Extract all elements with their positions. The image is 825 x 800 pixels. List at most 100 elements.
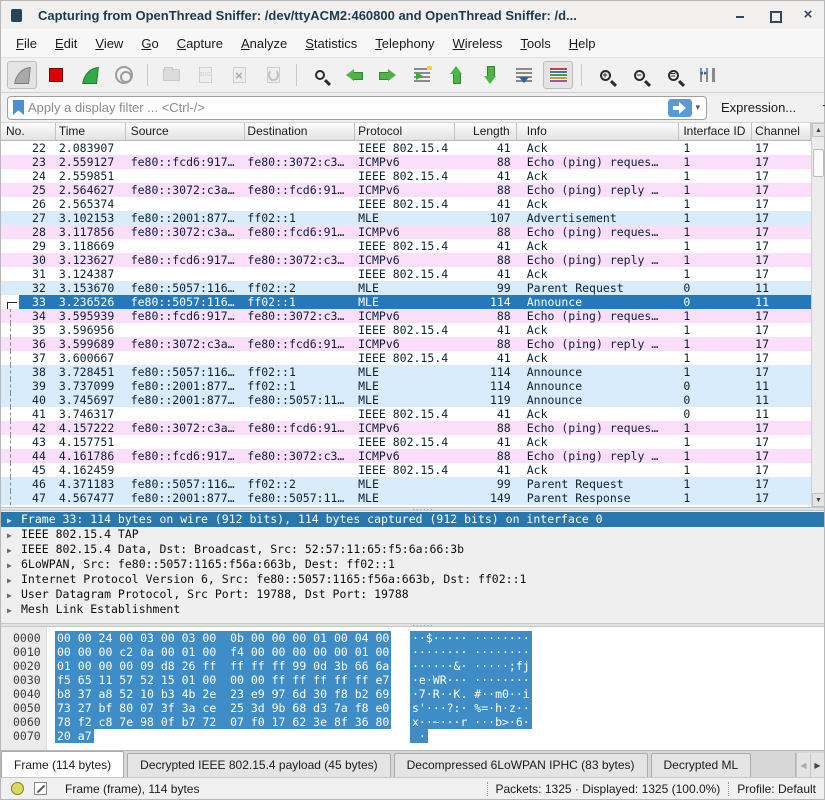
detail-line-2[interactable]: ▶IEEE 802.15.4 Data, Dst: Broadcast, Src… bbox=[1, 542, 824, 557]
packet-row-22[interactable]: 222.083907IEEE 802.15.441Ack117 bbox=[1, 141, 811, 155]
packet-row-47[interactable]: 474.567477fe80::2001:877…fe80::5057:11…M… bbox=[1, 491, 811, 505]
menu-telephony[interactable]: Telephony bbox=[366, 32, 443, 55]
packet-row-28[interactable]: 283.117856fe80::3072:c3a…fe80::fcd6:91…I… bbox=[1, 225, 811, 239]
hex-bytes-selected[interactable]: f5 65 11 57 52 15 01 00 00 00 ff ff ff f… bbox=[55, 673, 391, 687]
ascii-bytes-selected[interactable]: ··$····· ········ bbox=[410, 631, 532, 645]
packet-row-43[interactable]: 434.157751IEEE 802.15.441Ack117 bbox=[1, 435, 811, 449]
menu-go[interactable]: Go bbox=[132, 32, 167, 55]
display-filter-input[interactable] bbox=[28, 100, 668, 115]
expand-arrow-icon[interactable]: ▶ bbox=[7, 513, 21, 527]
scroll-up-icon[interactable]: ▲ bbox=[812, 123, 825, 137]
minimize-icon[interactable] bbox=[734, 9, 746, 21]
apply-filter-button[interactable] bbox=[668, 99, 692, 117]
column-header-protocol[interactable]: Protocol bbox=[355, 123, 455, 140]
packet-row-30[interactable]: 303.123627fe80::fcd6:917…fe80::3072:c3…I… bbox=[1, 253, 811, 267]
packet-row-40[interactable]: 403.745697fe80::2001:877…fe80::5057:11…M… bbox=[1, 393, 811, 407]
menu-wireless[interactable]: Wireless bbox=[444, 32, 512, 55]
tab-scroll-left-icon[interactable]: ◀ bbox=[796, 753, 810, 777]
menu-view[interactable]: View bbox=[86, 32, 132, 55]
resize-columns-button[interactable] bbox=[692, 61, 722, 89]
ascii-bytes-selected[interactable]: s'···?:· %=·h·z·· bbox=[410, 701, 532, 715]
find-packet-button[interactable] bbox=[305, 61, 335, 89]
menu-statistics[interactable]: Statistics bbox=[296, 32, 366, 55]
packet-row-35[interactable]: 353.596956IEEE 802.15.441Ack117 bbox=[1, 323, 811, 337]
ascii-bytes-selected[interactable]: x··~···r ···b>·6· bbox=[410, 715, 532, 729]
bytes-tab-2[interactable]: Decompressed 6LoWPAN IPHC (83 bytes) bbox=[394, 753, 648, 777]
bytes-tab-0[interactable]: Frame (114 bytes) bbox=[1, 751, 124, 777]
zoom-out-button[interactable]: − bbox=[624, 61, 654, 89]
ascii-bytes-selected[interactable]: ······&· ·····;fj bbox=[410, 659, 532, 673]
packet-row-36[interactable]: 363.599689fe80::3072:c3a…fe80::fcd6:91…I… bbox=[1, 337, 811, 351]
packet-row-26[interactable]: 262.565374IEEE 802.15.441Ack117 bbox=[1, 197, 811, 211]
scroll-down-icon[interactable]: ▼ bbox=[812, 493, 825, 507]
colorize-button[interactable] bbox=[543, 61, 573, 89]
packet-row-33[interactable]: 333.236526fe80::5057:116…ff02::1MLE114An… bbox=[1, 295, 811, 309]
hex-row-0060[interactable]: 006078 f2 c8 7e 98 0f b7 72 07 f0 17 62 … bbox=[1, 715, 824, 729]
packet-row-46[interactable]: 464.371183fe80::5057:116…ff02::2MLE99Par… bbox=[1, 477, 811, 491]
column-header-channel[interactable]: Channel bbox=[752, 123, 811, 140]
ascii-bytes-selected[interactable]: ·e·WR··· ········ bbox=[410, 673, 532, 687]
status-profile[interactable]: Profile: Default bbox=[737, 782, 816, 796]
go-forward-button[interactable] bbox=[373, 61, 403, 89]
detail-line-6[interactable]: ▶Mesh Link Establishment bbox=[1, 602, 824, 617]
packet-row-44[interactable]: 444.161786fe80::fcd6:917…fe80::3072:c3…I… bbox=[1, 449, 811, 463]
filter-history-caret-icon[interactable]: ▾ bbox=[692, 102, 703, 113]
close-icon[interactable]: × bbox=[802, 9, 814, 21]
packet-row-38[interactable]: 383.728451fe80::5057:116…ff02::1MLE114An… bbox=[1, 365, 811, 379]
column-header-destination[interactable]: Destination bbox=[245, 123, 355, 140]
bytes-tab-3[interactable]: Decrypted ML bbox=[651, 753, 752, 777]
menu-help[interactable]: Help bbox=[560, 32, 605, 55]
expand-arrow-icon[interactable]: ▶ bbox=[7, 543, 21, 557]
column-header-info[interactable]: Info bbox=[517, 123, 680, 140]
go-to-packet-button[interactable] bbox=[407, 61, 437, 89]
packet-row-27[interactable]: 273.102153fe80::2001:877…ff02::1MLE107Ad… bbox=[1, 211, 811, 225]
hex-bytes-selected[interactable]: b8 37 a8 52 10 b3 4b 2e 23 e9 97 6d 30 f… bbox=[55, 687, 391, 701]
list-details-splitter[interactable] bbox=[1, 507, 824, 511]
menu-tools[interactable]: Tools bbox=[511, 32, 559, 55]
restart-capture-button[interactable] bbox=[75, 61, 105, 89]
ascii-bytes-selected[interactable]: ········ ········ bbox=[410, 645, 532, 659]
menu-analyze[interactable]: Analyze bbox=[232, 32, 296, 55]
packet-row-42[interactable]: 424.157222fe80::3072:c3a…fe80::fcd6:91…I… bbox=[1, 421, 811, 435]
packet-list-scrollbar[interactable]: ▲ ▼ bbox=[811, 123, 824, 507]
go-back-button[interactable] bbox=[339, 61, 369, 89]
ascii-bytes-selected[interactable]: · bbox=[410, 729, 428, 743]
capture-comment-icon[interactable] bbox=[34, 782, 47, 795]
hex-row-0040[interactable]: 0040b8 37 a8 52 10 b3 4b 2e 23 e9 97 6d … bbox=[1, 687, 824, 701]
packet-row-24[interactable]: 242.559851IEEE 802.15.441Ack117 bbox=[1, 169, 811, 183]
menu-edit[interactable]: Edit bbox=[46, 32, 86, 55]
scrollbar-thumb[interactable] bbox=[813, 149, 824, 177]
packet-row-34[interactable]: 343.595939fe80::fcd6:917…fe80::3072:c3…I… bbox=[1, 309, 811, 323]
capture-options-button[interactable] bbox=[109, 61, 139, 89]
expression-button[interactable]: Expression... bbox=[713, 100, 804, 115]
hex-row-0010[interactable]: 001000 00 00 c2 0a 00 01 00 f4 00 00 00 … bbox=[1, 645, 824, 659]
expand-arrow-icon[interactable]: ▶ bbox=[7, 528, 21, 542]
hex-row-0030[interactable]: 0030f5 65 11 57 52 15 01 00 00 00 ff ff … bbox=[1, 673, 824, 687]
filter-box[interactable]: ▾ bbox=[7, 96, 707, 120]
start-capture-button[interactable] bbox=[7, 61, 37, 89]
detail-line-4[interactable]: ▶Internet Protocol Version 6, Src: fe80:… bbox=[1, 572, 824, 587]
ascii-bytes-selected[interactable]: ·7·R··K. #··m0··i bbox=[410, 687, 532, 701]
hex-bytes-selected[interactable]: 00 00 00 c2 0a 00 01 00 f4 00 00 00 00 0… bbox=[55, 645, 391, 659]
packet-row-31[interactable]: 313.124387IEEE 802.15.441Ack117 bbox=[1, 267, 811, 281]
menu-capture[interactable]: Capture bbox=[168, 32, 232, 55]
expand-arrow-icon[interactable]: ▶ bbox=[7, 588, 21, 602]
bookmark-icon[interactable] bbox=[13, 100, 24, 115]
packet-row-37[interactable]: 373.600667IEEE 802.15.441Ack117 bbox=[1, 351, 811, 365]
menu-file[interactable]: File bbox=[7, 32, 46, 55]
tab-scroll-right-icon[interactable]: ▶ bbox=[810, 753, 824, 777]
packet-row-29[interactable]: 293.118669IEEE 802.15.441Ack117 bbox=[1, 239, 811, 253]
zoom-reset-button[interactable]: = bbox=[658, 61, 688, 89]
packet-row-41[interactable]: 413.746317IEEE 802.15.441Ack011 bbox=[1, 407, 811, 421]
auto-scroll-button[interactable] bbox=[509, 61, 539, 89]
column-header-time[interactable]: Time bbox=[56, 123, 126, 140]
hex-bytes-selected[interactable]: 73 27 bf 80 07 3f 3a ce 25 3d 9b 68 d3 7… bbox=[55, 701, 391, 715]
expand-arrow-icon[interactable]: ▶ bbox=[7, 558, 21, 572]
hex-row-0000[interactable]: 000000 00 24 00 03 00 03 00 0b 00 00 00 … bbox=[1, 631, 824, 645]
expand-arrow-icon[interactable]: ▶ bbox=[7, 573, 21, 587]
hex-row-0070[interactable]: 007020 a7 · bbox=[1, 729, 824, 743]
packet-row-45[interactable]: 454.162459IEEE 802.15.441Ack117 bbox=[1, 463, 811, 477]
expand-arrow-icon[interactable]: ▶ bbox=[7, 603, 21, 617]
packet-row-25[interactable]: 252.564627fe80::3072:c3a…fe80::fcd6:91…I… bbox=[1, 183, 811, 197]
detail-line-1[interactable]: ▶IEEE 802.15.4 TAP bbox=[1, 527, 824, 542]
